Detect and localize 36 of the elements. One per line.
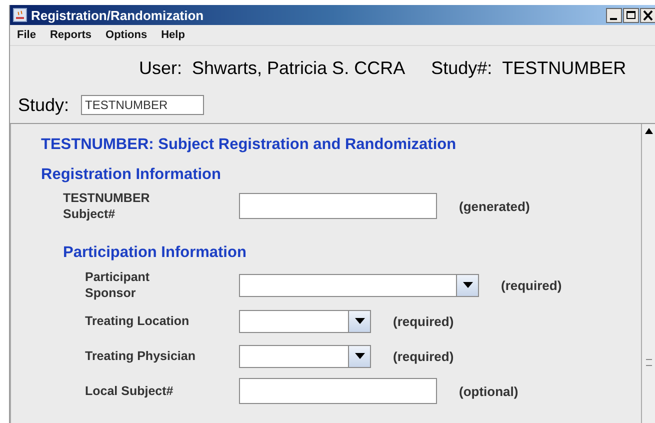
study-number-label: Study#: (431, 58, 492, 79)
dropdown-arrow-icon[interactable] (354, 353, 364, 359)
scroll-thumb-grip[interactable] (646, 359, 652, 366)
window-title: Registration/Randomization (31, 8, 205, 22)
dropdown-arrow-icon[interactable] (354, 318, 364, 324)
study-number: TESTNUMBER (502, 58, 626, 79)
scrollbar[interactable] (641, 124, 655, 423)
study-field[interactable]: TESTNUMBER (81, 95, 204, 115)
input-field[interactable] (239, 193, 437, 219)
field-label: TESTNUMBER Subject# (62, 190, 151, 222)
field-label: Local Subject# (84, 383, 174, 399)
dropdown-arrow-icon[interactable] (462, 282, 472, 288)
scroll-up-icon[interactable] (645, 128, 653, 134)
menu-item[interactable]: Help (161, 29, 185, 41)
minimize-button[interactable] (606, 8, 622, 22)
field-label: Treating Physician (84, 348, 196, 364)
close-button[interactable] (640, 8, 655, 22)
app-icon (13, 8, 27, 22)
field-hint: (required) (501, 278, 562, 292)
field-hint: (optional) (459, 384, 518, 398)
field-hint: (required) (393, 314, 454, 328)
section-title: Participation Information (63, 244, 248, 263)
menu-item[interactable]: Options (106, 29, 148, 41)
maximize-button[interactable] (623, 8, 639, 22)
study-label: Study: (18, 94, 70, 116)
menu-item[interactable]: File (17, 29, 36, 41)
section-title: Registration Information (41, 166, 222, 185)
field-hint: (generated) (459, 198, 530, 214)
field-hint: (required) (393, 348, 454, 364)
field-label: Participant Sponsor (84, 269, 151, 301)
user-label: User: (139, 58, 182, 79)
user-name: Shwarts, Patricia S. CCRA (192, 58, 406, 79)
menu-item[interactable]: Reports (50, 29, 92, 41)
input-field[interactable] (239, 378, 437, 404)
field-label: Treating Location (84, 313, 190, 329)
form-title: TESTNUMBER: Subject Registration and Randomization (41, 136, 458, 155)
